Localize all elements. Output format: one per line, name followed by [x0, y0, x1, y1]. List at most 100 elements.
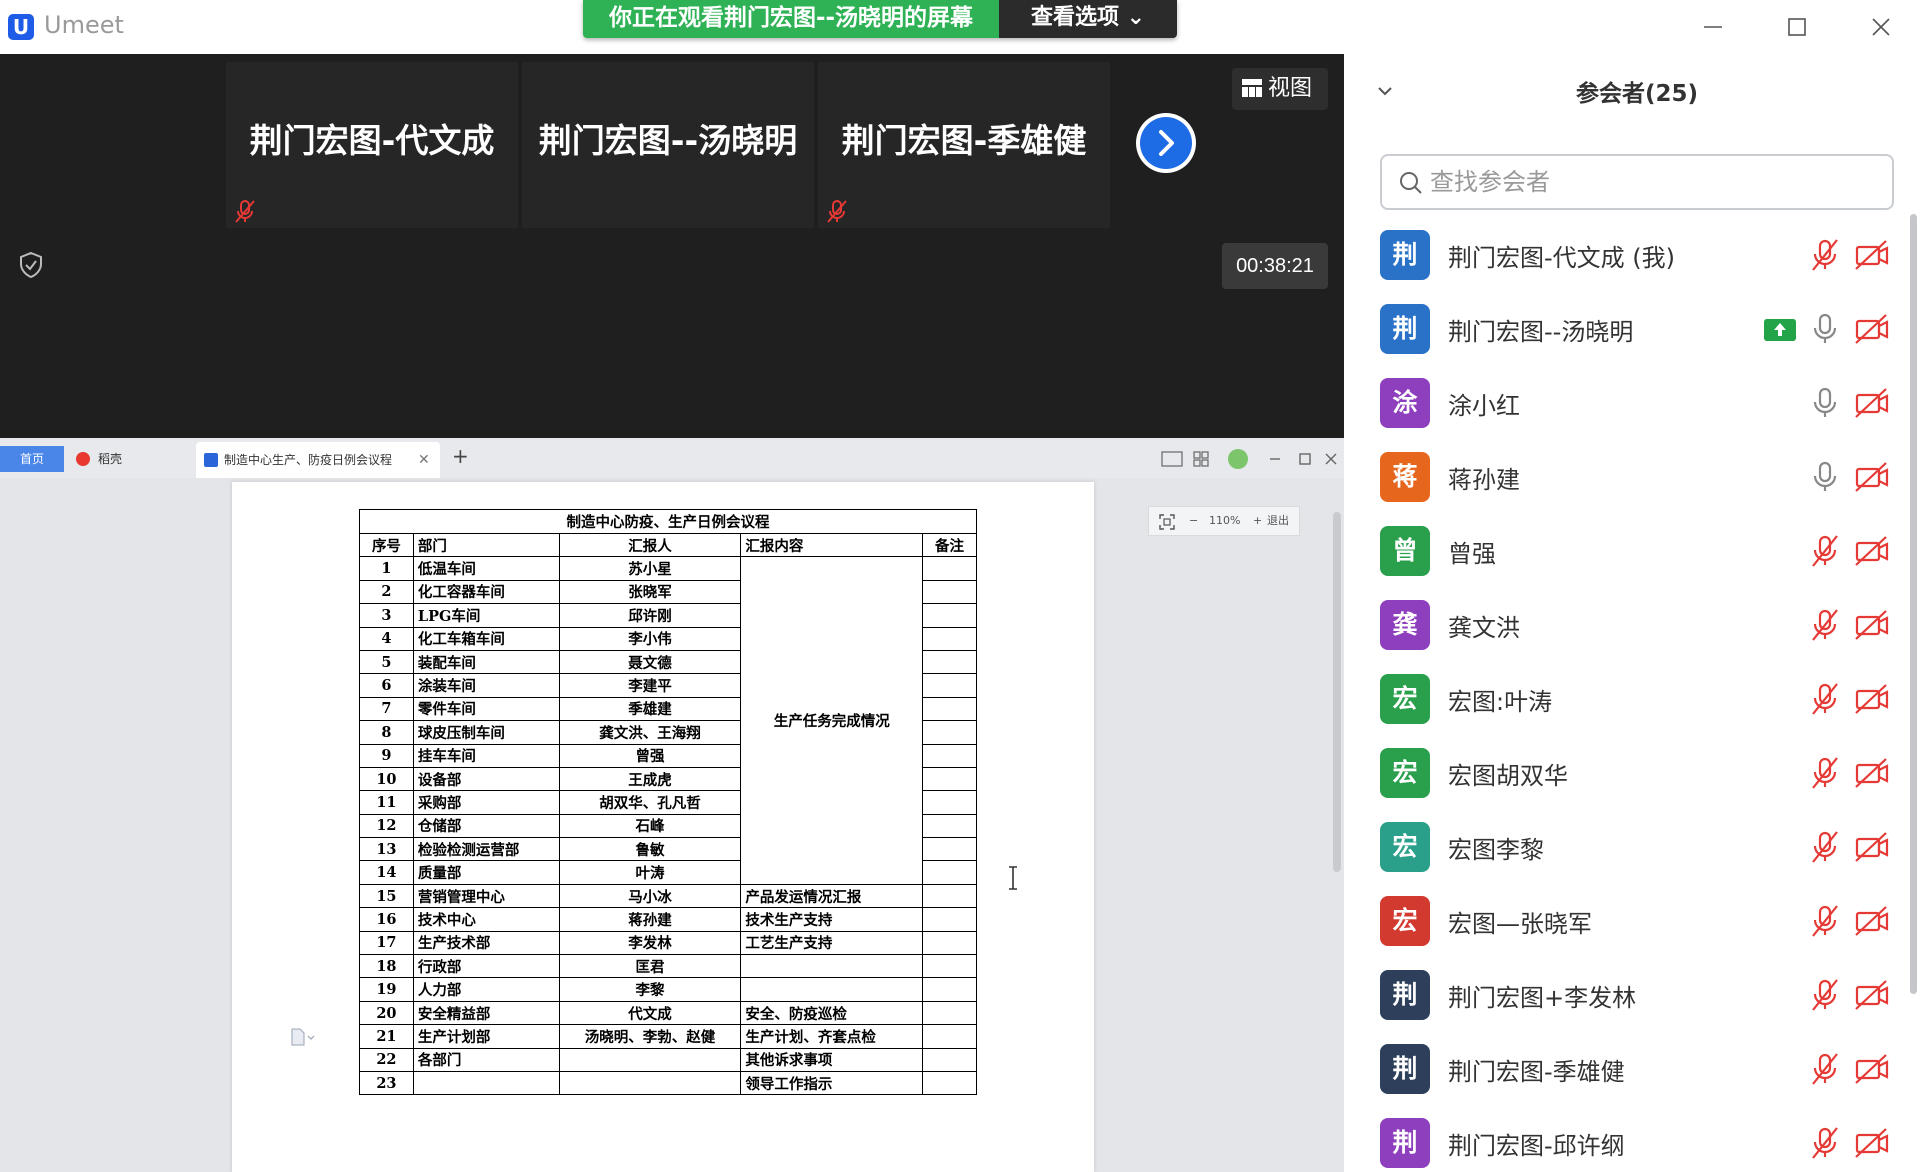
- table-cell-remark: [922, 907, 977, 932]
- camera-off-icon[interactable]: [1854, 1127, 1890, 1159]
- video-tile[interactable]: 荆门宏图-代文成: [226, 62, 518, 228]
- mic-muted-icon[interactable]: [1808, 607, 1842, 643]
- camera-off-icon[interactable]: [1854, 757, 1890, 789]
- exit-zoom-button[interactable]: 退出: [1267, 507, 1289, 535]
- minimize-icon[interactable]: [1696, 10, 1730, 44]
- layout-icon[interactable]: [1161, 451, 1183, 467]
- participants-panel: 参会者(25) 荆荆门宏图-代文成 (我)荆荆门宏图--汤晓明涂涂小红蒋蒋孙建曾…: [1344, 54, 1920, 1172]
- table-cell: 李发林: [558, 930, 742, 956]
- table-row: 21 生产计划部 汤晓明、李勃、赵健 生产计划、齐套点检: [359, 1024, 977, 1049]
- meeting-timer: 00:38:21: [1222, 243, 1328, 289]
- participant-row[interactable]: 宏宏图:叶涛: [1344, 664, 1904, 738]
- camera-off-icon[interactable]: [1854, 461, 1890, 493]
- mic-muted-icon[interactable]: [1808, 237, 1842, 273]
- zoom-level: 110%: [1209, 514, 1241, 527]
- document-scrollbar[interactable]: [1330, 482, 1344, 1172]
- tab-daoke-label: 稻壳: [98, 452, 123, 466]
- video-tile[interactable]: 荆门宏图--汤晓明: [522, 62, 814, 228]
- mic-muted-icon[interactable]: [1808, 681, 1842, 717]
- security-shield-icon[interactable]: [16, 250, 46, 280]
- chevron-right-icon: [1159, 130, 1174, 156]
- participant-row[interactable]: 宏宏图—张晓军: [1344, 886, 1904, 960]
- participant-avatar: 龚: [1380, 600, 1430, 650]
- mic-icon[interactable]: [1808, 311, 1842, 347]
- mic-icon[interactable]: [1808, 459, 1842, 495]
- mic-muted-icon[interactable]: [1808, 1051, 1842, 1087]
- participant-list-scrollbar[interactable]: [1908, 214, 1918, 1172]
- mic-muted-icon[interactable]: [1808, 533, 1842, 569]
- new-tab-icon[interactable]: +: [452, 444, 469, 468]
- camera-off-icon[interactable]: [1854, 313, 1890, 345]
- mic-muted-icon[interactable]: [1808, 829, 1842, 865]
- participant-avatar: 荆: [1380, 230, 1430, 280]
- mic-muted-icon[interactable]: [1808, 977, 1842, 1013]
- camera-off-icon[interactable]: [1854, 239, 1890, 271]
- table-cell: 23: [359, 1070, 414, 1096]
- close-icon[interactable]: [1864, 10, 1898, 44]
- camera-off-icon[interactable]: [1854, 905, 1890, 937]
- table-cell: 零件车间: [412, 696, 560, 722]
- mic-muted-icon[interactable]: [1808, 903, 1842, 939]
- tab-document[interactable]: 制造中心生产、防疫日例会议程 ✕: [196, 442, 440, 478]
- participant-row[interactable]: 荆荆门宏图--汤晓明: [1344, 294, 1904, 368]
- camera-off-icon[interactable]: [1854, 535, 1890, 567]
- table-cell-remark: [922, 954, 977, 979]
- participant-list-scrollbar-thumb[interactable]: [1910, 214, 1917, 994]
- video-tile[interactable]: 荆门宏图-季雄健: [818, 62, 1110, 228]
- participant-row[interactable]: 龚龚文洪: [1344, 590, 1904, 664]
- document-scrollbar-thumb[interactable]: [1333, 512, 1341, 872]
- participant-row[interactable]: 宏宏图胡双华: [1344, 738, 1904, 812]
- mic-muted-icon[interactable]: [1808, 755, 1842, 791]
- view-layout-button[interactable]: 视图: [1232, 68, 1328, 110]
- view-options-button[interactable]: 查看选项 ⌄: [999, 0, 1177, 38]
- participant-avatar: 涂: [1380, 378, 1430, 428]
- zoom-out-button[interactable]: −: [1189, 507, 1198, 535]
- tab-close-icon[interactable]: ✕: [418, 442, 430, 478]
- fit-page-icon[interactable]: [1159, 514, 1175, 530]
- camera-off-icon[interactable]: [1854, 1053, 1890, 1085]
- document-page[interactable]: 制造中心防疫、生产日例会议程 序号 部门 汇报人 汇报内容 备注 1 低温车间 苏小星 生产任务完…: [232, 482, 1094, 1172]
- participant-row[interactable]: 蒋蒋孙建: [1344, 442, 1904, 516]
- participant-search-input[interactable]: [1430, 164, 1870, 200]
- camera-off-icon[interactable]: [1854, 831, 1890, 863]
- participant-row[interactable]: 涂涂小红: [1344, 368, 1904, 442]
- table-cell: 15: [359, 883, 414, 909]
- camera-off-icon[interactable]: [1854, 979, 1890, 1011]
- mic-muted-icon[interactable]: [1808, 1125, 1842, 1161]
- share-banner-message: 你正在观看荆门宏图--汤晓明的屏幕: [583, 0, 999, 38]
- search-icon: [1400, 172, 1422, 194]
- participant-row[interactable]: 荆荆门宏图-代文成 (我): [1344, 220, 1904, 294]
- table-cell-remark: [922, 930, 977, 956]
- mic-icon[interactable]: [1808, 385, 1842, 421]
- table-cell: 3: [359, 603, 414, 628]
- document-outline-icon[interactable]: [290, 1028, 316, 1046]
- table-cell: 11: [359, 790, 414, 815]
- table-cell: 匡君: [558, 954, 742, 979]
- participant-avatar: 曾: [1380, 526, 1430, 576]
- umeet-window: { "app": { "name": "Umeet", "logo_letter…: [0, 0, 1920, 1172]
- tab-daoke[interactable]: 稻壳: [70, 446, 190, 472]
- participant-row[interactable]: 曾曾强: [1344, 516, 1904, 590]
- next-page-button[interactable]: [1136, 113, 1196, 173]
- zoom-in-button[interactable]: +: [1253, 507, 1262, 535]
- camera-off-icon[interactable]: [1854, 387, 1890, 419]
- tab-home[interactable]: 首页: [0, 446, 64, 472]
- participant-name: 宏图李黎: [1448, 836, 1544, 864]
- table-cell: 领导工作指示: [740, 1070, 924, 1096]
- table-cell-remark: [922, 813, 977, 839]
- participant-row[interactable]: 宏宏图李黎: [1344, 812, 1904, 886]
- table-cell-remark: [922, 766, 977, 792]
- table-cell-remark: [922, 603, 977, 628]
- table-row: 22 各部门 其他诉求事项: [359, 1047, 977, 1072]
- camera-off-icon[interactable]: [1854, 683, 1890, 715]
- window-controls-group: [1161, 449, 1337, 469]
- participant-avatar: 荆: [1380, 304, 1430, 354]
- maximize-icon[interactable]: [1780, 10, 1814, 44]
- table-cell: [740, 977, 924, 1002]
- participant-row[interactable]: 荆荆门宏图-季雄健: [1344, 1034, 1904, 1108]
- participant-search[interactable]: [1380, 154, 1894, 210]
- camera-off-icon[interactable]: [1854, 609, 1890, 641]
- participant-row[interactable]: 荆荆门宏图+李发林: [1344, 960, 1904, 1034]
- participant-row[interactable]: 荆荆门宏图-邱许纲: [1344, 1108, 1904, 1172]
- table-cell: 14: [359, 860, 414, 885]
